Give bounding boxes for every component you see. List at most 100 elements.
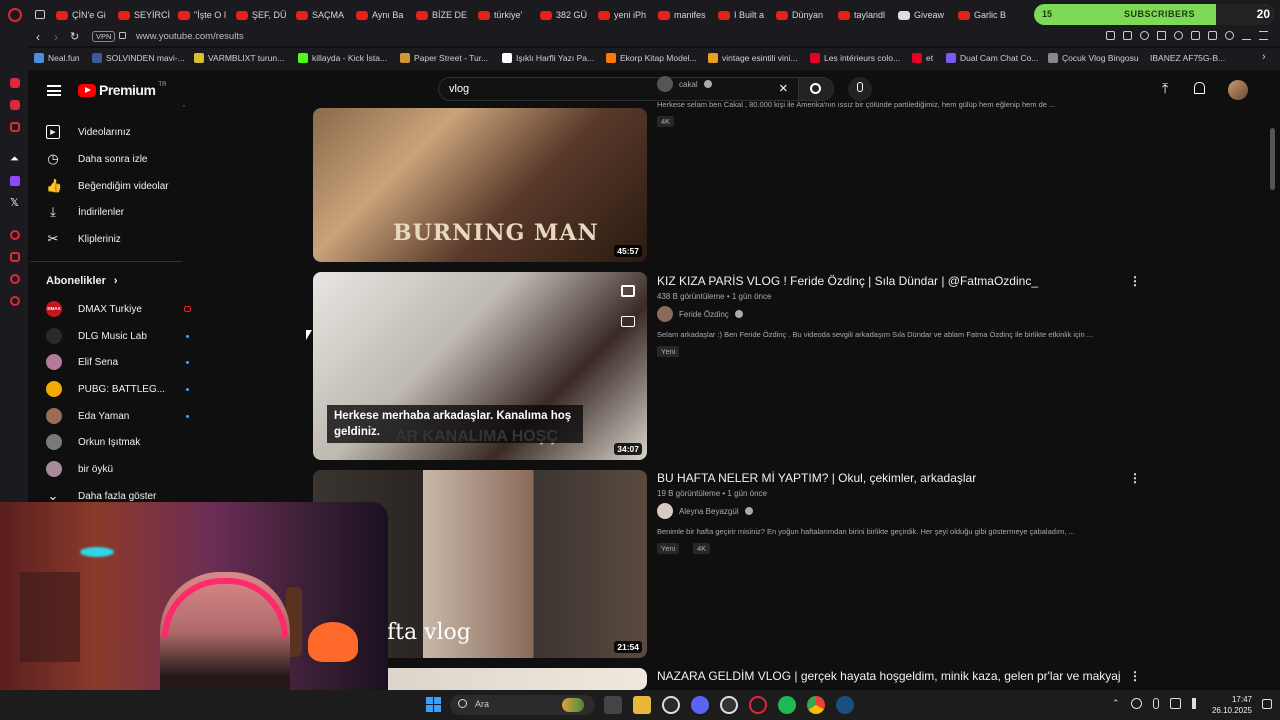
downloads-icon[interactable] <box>1242 31 1251 40</box>
bookmark-item[interactable]: Işıklı Harfli Yazı Pa... <box>502 53 594 63</box>
play-icon[interactable] <box>1157 31 1166 40</box>
spotify-icon[interactable] <box>778 696 796 714</box>
more-options-icon[interactable]: ⋮ <box>1129 471 1141 485</box>
youtube-logo[interactable]: Premium TR <box>78 82 166 98</box>
bookmark-item[interactable]: Les intérieurs colo... <box>810 53 900 63</box>
bookmark-item[interactable]: vintage esintili vini... <box>708 53 798 63</box>
subscription-item[interactable]: Eda Yaman <box>46 405 129 427</box>
browser-tab[interactable]: Dünyan <box>776 6 834 24</box>
browser-tab[interactable]: BİZE DE <box>416 6 474 24</box>
browser-tab[interactable]: SEYİRCİ <box>118 6 176 24</box>
bookmark-item[interactable]: Neal.fun <box>34 53 80 63</box>
volume-icon[interactable] <box>1191 698 1203 709</box>
clock[interactable]: 17:47 26.10.2025 <box>1208 694 1252 716</box>
browser-tab[interactable]: ÇİN'e Gi <box>56 6 114 24</box>
subscription-item[interactable]: PUBG: BATTLEG... <box>46 378 165 400</box>
chrome-icon[interactable] <box>807 696 825 714</box>
x-twitter-icon[interactable]: 𝕏 <box>10 196 19 209</box>
player-icon[interactable] <box>10 230 20 240</box>
task-view-icon[interactable] <box>604 696 622 714</box>
video-thumbnail[interactable]: AR KANALIMA HOŞÇHerkese merhaba arkadaşl… <box>313 272 647 460</box>
opera-gx-icon[interactable] <box>749 696 767 714</box>
extensions-icon[interactable] <box>1191 31 1200 40</box>
history-icon[interactable] <box>10 274 20 284</box>
subscription-item[interactable]: DMAX DMAX Turkiye <box>46 298 142 320</box>
bookmark-item[interactable]: killayda - Kick İsta... <box>298 53 387 63</box>
messenger-icon[interactable] <box>10 78 20 88</box>
browser-tab[interactable]: manifes <box>658 6 716 24</box>
bookmark-item[interactable]: IBANEZ AF75G-B... <box>1150 53 1225 63</box>
obs-icon[interactable] <box>720 696 738 714</box>
steam-icon[interactable] <box>836 696 854 714</box>
notifications-bell-icon[interactable] <box>1194 82 1205 94</box>
browser-tab[interactable]: Aynı Ba <box>356 6 414 24</box>
profile-icon[interactable] <box>1225 31 1234 40</box>
sidebar-item[interactable]: ◷ Daha sonra izle <box>46 148 147 170</box>
subscriptions-header[interactable]: Abonelikler › <box>46 275 118 287</box>
snapshot-icon[interactable] <box>1123 31 1132 40</box>
subscription-item[interactable]: bir öykü <box>46 458 113 480</box>
channel-row[interactable]: Feride Özdinç <box>657 306 743 322</box>
sidebar-item[interactable]: ⤓ İndirilenler <box>46 201 124 223</box>
browser-tab[interactable]: I Built a <box>718 6 776 24</box>
twitch-icon[interactable] <box>10 176 20 186</box>
bookmark-item[interactable]: SOLVINDEN mavi-... <box>92 53 185 63</box>
sidebar-item[interactable]: 👍 Beğendiğim videolar <box>46 175 169 197</box>
shield-icon[interactable] <box>1140 31 1149 40</box>
network-icon[interactable] <box>1169 698 1181 709</box>
browser-tab[interactable]: Giveaw <box>898 6 956 24</box>
browser-tab[interactable]: Garlic B <box>958 6 1016 24</box>
tab-overview-icon[interactable] <box>35 10 45 19</box>
search-box[interactable]: vlog × <box>438 77 798 101</box>
hamburger-menu-icon[interactable] <box>47 85 61 96</box>
clear-search-icon[interactable]: × <box>779 80 788 97</box>
browser-tab[interactable]: türkiye' <box>478 6 536 24</box>
voice-search-button[interactable] <box>848 77 872 101</box>
steam-app-icon[interactable] <box>662 696 680 714</box>
heart-icon[interactable] <box>1174 31 1183 40</box>
cc-icon[interactable] <box>621 316 635 327</box>
microphone-tray-icon[interactable] <box>1152 698 1159 709</box>
url-field[interactable]: www.youtube.com/results <box>136 31 244 42</box>
subscription-item[interactable]: DLG Music Lab <box>46 325 147 347</box>
search-input[interactable]: vlog <box>449 83 469 95</box>
browser-tab[interactable]: ŞEF, DÜ <box>236 6 294 24</box>
tray-app-icon[interactable] <box>1130 698 1142 709</box>
subscription-item[interactable]: Elif Sena <box>46 351 118 373</box>
bookmark-item[interactable]: et <box>912 53 933 63</box>
upload-icon[interactable]: ⤒ <box>1162 80 1168 97</box>
bookmark-item[interactable]: Dual Cam Chat Co... <box>946 53 1038 63</box>
taskbar-search[interactable]: Ara <box>450 695 595 715</box>
video-thumbnail[interactable]: BURNING MAN 45:57 <box>313 108 647 262</box>
browser-tab[interactable]: yeni iPh <box>598 6 656 24</box>
channel-row[interactable]: cakal <box>657 76 712 92</box>
sidebar-item[interactable]: ▶ Videolarınız <box>46 121 131 143</box>
browser-tab[interactable]: SAÇMA <box>296 6 354 24</box>
mute-icon[interactable] <box>621 285 635 297</box>
instagram-icon[interactable] <box>10 122 20 132</box>
vpn-badge[interactable]: VPN <box>92 31 116 42</box>
pin-icon[interactable] <box>1106 31 1115 40</box>
settings-icon[interactable] <box>10 296 20 306</box>
bookmark-item[interactable]: VARMBLIXT turun... <box>194 53 284 63</box>
sidebar-item[interactable]: ✂ Klipleriniz <box>46 228 121 250</box>
menu-icon[interactable] <box>1259 31 1268 40</box>
bookmark-item[interactable]: Ekorp Kitap Model... <box>606 53 697 63</box>
subscription-item[interactable]: Orkun Işıtmak <box>46 431 140 453</box>
page-scrollbar[interactable] <box>1270 128 1275 190</box>
pinboard-icon[interactable] <box>10 252 20 262</box>
more-options-icon[interactable]: ⋮ <box>1129 274 1141 288</box>
browser-tab[interactable]: 382 GÜ <box>540 6 598 24</box>
channel-row[interactable]: Aleyna Beyazgül <box>657 503 753 519</box>
opera-menu-icon[interactable] <box>8 8 22 22</box>
video-title[interactable]: KIZ KIZA PARİS VLOG ! Feride Özdinç | Sı… <box>657 274 1038 288</box>
account-avatar[interactable] <box>1228 80 1248 100</box>
start-windows-icon[interactable] <box>426 697 441 712</box>
bookmark-item[interactable]: Çocuk Vlog Bingosu <box>1048 53 1139 63</box>
bookmark-item[interactable]: Paper Street - Tur... <box>400 53 488 63</box>
search-button[interactable] <box>798 77 834 101</box>
forward-icon[interactable]: › <box>54 30 58 44</box>
tray-chevron-icon[interactable]: ⌃ <box>1112 698 1120 709</box>
video-title[interactable]: NAZARA GELDİM VLOG | gerçek hayata hoşge… <box>657 669 1121 683</box>
browser-tab[interactable]: "İşte O I <box>178 6 236 24</box>
